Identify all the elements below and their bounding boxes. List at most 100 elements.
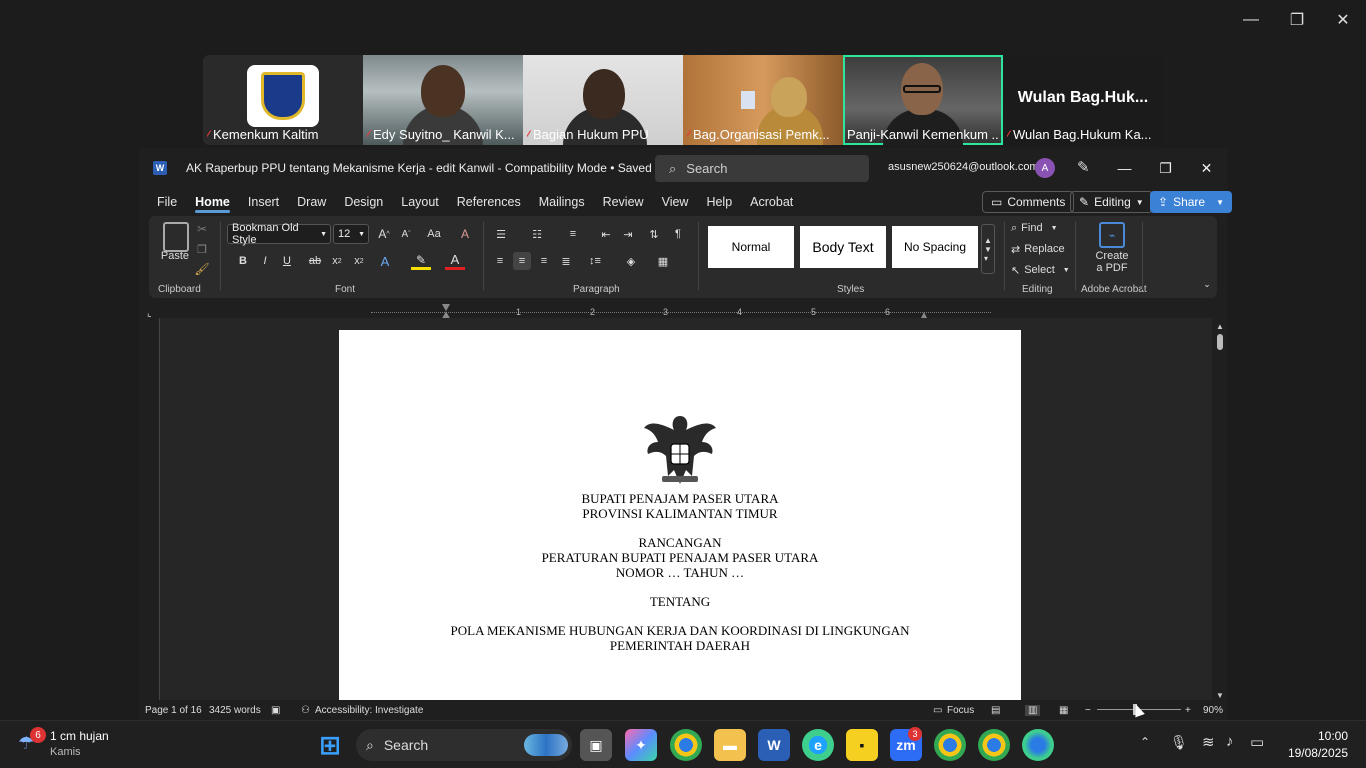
change-case-icon[interactable]: Aa: [421, 225, 447, 243]
bullets-icon[interactable]: ☰: [491, 225, 511, 243]
web-layout-icon[interactable]: ▦: [1059, 705, 1068, 716]
tab-layout[interactable]: Layout: [392, 188, 448, 216]
format-painter-icon[interactable]: 🖌: [194, 262, 209, 276]
paste-button[interactable]: Paste: [157, 250, 193, 262]
superscript-button[interactable]: x2: [351, 252, 367, 270]
document-page[interactable]: BUPATI PENAJAM PASER UTARA PROVINSI KALI…: [339, 330, 1021, 700]
style-no-spacing[interactable]: No Spacing: [892, 226, 978, 268]
paste-icon[interactable]: [163, 222, 189, 252]
select-button[interactable]: ↖ Select ▼: [1011, 262, 1070, 278]
tab-draw[interactable]: Draw: [288, 188, 335, 216]
pdf-icon[interactable]: ⌁: [1099, 222, 1125, 248]
editing-mode-button[interactable]: ✎ Editing ▼: [1070, 191, 1153, 213]
proofing-icon[interactable]: ▣: [271, 705, 280, 716]
participant-tile[interactable]: ⁄ Bagian Hukum PPU: [523, 55, 683, 145]
clock-time[interactable]: 10:00: [1290, 729, 1348, 743]
minimize-button[interactable]: —: [1104, 148, 1145, 188]
focus-mode-button[interactable]: Focus: [947, 705, 974, 716]
decrease-indent-icon[interactable]: ⇤: [597, 225, 615, 243]
justify-icon[interactable]: ≣: [557, 252, 575, 270]
highlight-icon[interactable]: ✎: [411, 252, 431, 270]
tab-help[interactable]: Help: [697, 188, 741, 216]
font-name-select[interactable]: Bookman Old Style ▼: [227, 222, 331, 246]
word-app-icon[interactable]: W: [758, 729, 790, 761]
show-formatting-icon[interactable]: ¶: [669, 225, 687, 243]
focus-icon[interactable]: ▭: [933, 705, 942, 716]
cut-icon[interactable]: ✂: [195, 222, 209, 236]
font-color-icon[interactable]: A: [445, 252, 465, 270]
grow-font-icon[interactable]: A ^: [375, 225, 393, 243]
show-hidden-icons[interactable]: ⌃: [1140, 735, 1150, 749]
account-email[interactable]: asusnew250624@outlook.com: [888, 161, 1039, 173]
tab-insert[interactable]: Insert: [239, 188, 288, 216]
windows-start-icon[interactable]: ⊞: [314, 729, 346, 761]
bold-button[interactable]: B: [235, 252, 251, 270]
tab-view[interactable]: View: [653, 188, 698, 216]
copy-icon[interactable]: ❐: [195, 242, 209, 256]
close-button[interactable]: ✕: [1186, 148, 1227, 188]
zoom-out-icon[interactable]: −: [1085, 705, 1091, 716]
strikethrough-button[interactable]: ab: [307, 252, 323, 270]
avatar[interactable]: A: [1035, 158, 1055, 178]
style-body-text[interactable]: Body Text: [800, 226, 886, 268]
style-normal[interactable]: Normal: [708, 226, 794, 268]
chrome-profile-icon[interactable]: [934, 729, 966, 761]
scrollbar-thumb[interactable]: [1217, 334, 1223, 350]
participant-tile[interactable]: Wulan Bag.Huk... ⁄ Wulan Bag.Hukum Ka...: [1003, 55, 1163, 145]
create-pdf-line2[interactable]: a PDF: [1085, 262, 1139, 274]
scroll-down-icon[interactable]: ▼: [1216, 691, 1224, 700]
zoom-close-button[interactable]: ✕: [1320, 0, 1366, 40]
tab-mailings[interactable]: Mailings: [530, 188, 594, 216]
participant-tile[interactable]: ⁄ Bag.Organisasi Pemk...: [683, 55, 843, 145]
underline-button[interactable]: U: [279, 252, 295, 270]
copilot-icon[interactable]: ✦: [625, 729, 657, 761]
clock-date[interactable]: 19/08/2025: [1276, 746, 1348, 760]
sticky-notes-icon[interactable]: ▪: [846, 729, 878, 761]
create-pdf-line1[interactable]: Create: [1085, 250, 1139, 262]
numbering-icon[interactable]: ☷: [527, 225, 547, 243]
accessibility-icon[interactable]: ⚇: [301, 705, 310, 716]
tab-review[interactable]: Review: [594, 188, 653, 216]
share-button[interactable]: ⇪ Share ▼: [1150, 191, 1233, 213]
zoom-in-icon[interactable]: +: [1185, 705, 1191, 716]
task-view-icon[interactable]: ▣: [580, 729, 612, 761]
tab-design[interactable]: Design: [335, 188, 392, 216]
file-explorer-icon[interactable]: ▬: [714, 729, 746, 761]
text-effects-icon[interactable]: A: [375, 252, 395, 270]
document-title[interactable]: AK Raperbup PPU tentang Mekanisme Kerja …: [186, 161, 652, 175]
volume-icon[interactable]: ♪: [1226, 733, 1234, 750]
restore-button[interactable]: ❐: [1145, 148, 1186, 188]
styles-scroll[interactable]: ▲ ▼ ▾: [981, 224, 995, 274]
chrome-icon[interactable]: [670, 729, 702, 761]
align-right-icon[interactable]: ≡: [535, 252, 553, 270]
chrome-profile-icon[interactable]: [978, 729, 1010, 761]
comments-button[interactable]: ▭ Comments: [982, 191, 1075, 213]
vertical-scrollbar[interactable]: ▲ ▼: [1213, 322, 1227, 700]
clear-formatting-icon[interactable]: A: [455, 225, 475, 243]
battery-icon[interactable]: ▭: [1250, 733, 1264, 751]
edge-icon[interactable]: e: [802, 729, 834, 761]
maps-icon[interactable]: [1022, 729, 1054, 761]
align-left-icon[interactable]: ≡: [491, 252, 509, 270]
wifi-icon[interactable]: ≋: [1202, 733, 1215, 751]
increase-indent-icon[interactable]: ⇥: [619, 225, 637, 243]
tab-home[interactable]: Home: [186, 188, 239, 216]
sort-icon[interactable]: ⇅: [645, 225, 663, 243]
word-count[interactable]: 3425 words: [209, 705, 261, 716]
zoom-level[interactable]: 90%: [1203, 705, 1223, 716]
shrink-font-icon[interactable]: Aˇ: [397, 225, 415, 243]
document-canvas[interactable]: BUPATI PENAJAM PASER UTARA PROVINSI KALI…: [159, 318, 1212, 700]
tab-acrobat[interactable]: Acrobat: [741, 188, 802, 216]
weather-text[interactable]: 1 cm hujan: [50, 729, 109, 743]
collapse-ribbon-icon[interactable]: ⌄: [1201, 278, 1213, 290]
replace-button[interactable]: ⇄ Replace: [1011, 241, 1065, 257]
accessibility-status[interactable]: Accessibility: Investigate: [315, 705, 423, 716]
participant-tile[interactable]: ⁄ Kemenkum Kaltim: [203, 55, 363, 145]
find-button[interactable]: ⌕ Find ▼: [1011, 220, 1058, 236]
tab-references[interactable]: References: [448, 188, 530, 216]
borders-icon[interactable]: ▦: [653, 252, 673, 270]
font-size-select[interactable]: 12 ▼: [333, 224, 369, 244]
tab-file[interactable]: File: [148, 188, 186, 216]
designer-pen-icon[interactable]: ✎: [1077, 158, 1090, 176]
participant-tile-active[interactable]: Panji-Kanwil Kemenkum ...: [843, 55, 1003, 145]
